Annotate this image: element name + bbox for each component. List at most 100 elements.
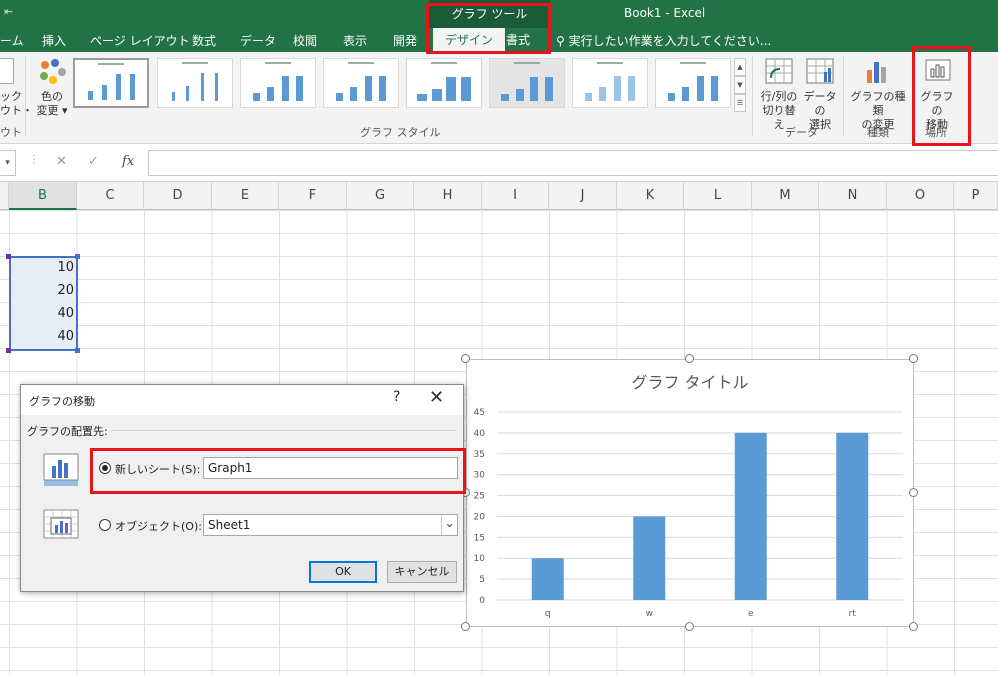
tell-me-box[interactable]: ⚲ 実行したい作業を入力してください... <box>556 32 771 49</box>
window-title: Book1 - Excel <box>624 6 706 20</box>
tab-data[interactable]: データ <box>240 32 276 49</box>
quick-layout-button[interactable]: ック ウト・ <box>0 90 33 118</box>
y-tick-label: 5 <box>479 575 485 585</box>
bar-w[interactable] <box>633 516 666 600</box>
chart-style-5[interactable] <box>406 58 482 108</box>
object-sheet-select[interactable]: Sheet1 ⌄ <box>203 514 458 536</box>
chart-styles-group-label: グラフ スタイル <box>360 126 441 139</box>
chart-resize-handle[interactable] <box>909 354 918 363</box>
change-colors-button[interactable]: 色の 変更 ▾ <box>34 90 70 118</box>
gallery-up-icon[interactable]: ▲ <box>734 58 746 76</box>
insert-function-icon[interactable]: fx <box>122 154 134 169</box>
formula-input[interactable] <box>148 150 998 176</box>
cancel-entry-icon[interactable]: ✕ <box>56 154 67 169</box>
y-tick-label: 45 <box>474 408 485 418</box>
help-icon[interactable]: ? <box>393 389 400 405</box>
change-chart-type-icon[interactable] <box>864 58 892 84</box>
close-icon[interactable]: ✕ <box>429 387 444 408</box>
chart-style-1[interactable] <box>73 58 149 108</box>
object-label: オブジェクト(O): <box>115 520 202 533</box>
y-tick-label: 0 <box>479 596 485 606</box>
bar-q[interactable] <box>531 558 564 600</box>
type-group-label: 種類 <box>867 126 889 139</box>
chart-style-8[interactable] <box>655 58 731 108</box>
x-tick-label: w <box>646 609 653 619</box>
dialog-title-bar: グラフの移動 ? ✕ <box>21 385 463 415</box>
chart-resize-handle[interactable] <box>909 622 918 631</box>
chart-layouts-group-label: ウト <box>0 126 22 139</box>
bar-e[interactable] <box>734 432 767 600</box>
select-data-icon[interactable] <box>806 58 834 84</box>
title-bar: ⇤ グラフ ツール Book1 - Excel <box>0 0 998 28</box>
ok-button[interactable]: OK <box>309 561 377 583</box>
color-palette-icon[interactable] <box>38 58 66 86</box>
chart-style-6[interactable] <box>489 58 565 108</box>
ribbon: ック ウト・ ウト 色の 変更 ▾ ▲ ▼ ☰ グラフ スタイル 行/列の 切り… <box>0 52 998 144</box>
column-header-k[interactable]: K <box>617 182 684 210</box>
column-header-c[interactable]: C <box>77 182 144 210</box>
cancel-button[interactable]: キャンセル <box>387 561 457 583</box>
chart-resize-handle[interactable] <box>685 622 694 631</box>
column-header-f[interactable]: F <box>279 182 347 210</box>
chart-tools-context-label: グラフ ツール <box>429 0 550 28</box>
chart-title[interactable]: グラフ タイトル <box>631 373 748 392</box>
name-box-dropdown[interactable]: ▾ <box>0 150 16 176</box>
gallery-scroll[interactable]: ▲ ▼ ☰ <box>734 58 746 114</box>
chart-resize-handle[interactable] <box>909 488 918 497</box>
tab-page-layout[interactable]: ページ レイアウト <box>90 32 190 49</box>
move-chart-icon[interactable] <box>924 58 952 84</box>
dialog-title: グラフの移動 <box>29 395 95 408</box>
chart-style-2[interactable] <box>157 58 233 108</box>
y-tick-label: 40 <box>474 429 486 439</box>
embedded-chart[interactable]: グラフ タイトル 0 5 10 15 20 25 30 35 40 45 q w e rt <box>466 359 914 627</box>
bar-rt[interactable] <box>836 432 869 600</box>
object-chart-icon <box>43 509 79 539</box>
chart-style-gallery <box>73 58 733 114</box>
column-header-i[interactable]: I <box>482 182 549 210</box>
tab-insert[interactable]: 挿入 <box>42 32 66 49</box>
lightbulb-icon: ⚲ <box>556 34 565 48</box>
column-header-j[interactable]: J <box>549 182 617 210</box>
object-radio[interactable] <box>99 519 111 531</box>
column-header-o[interactable]: O <box>887 182 954 210</box>
column-header-p[interactable]: P <box>954 182 998 210</box>
chart-resize-handle[interactable] <box>461 622 470 631</box>
tab-home[interactable]: ーム <box>0 32 24 49</box>
y-tick-label: 30 <box>474 471 486 481</box>
chart-resize-handle[interactable] <box>685 354 694 363</box>
chart-style-3[interactable] <box>240 58 316 108</box>
chart-resize-handle[interactable] <box>461 354 470 363</box>
new-sheet-radio[interactable] <box>99 462 111 474</box>
row-header-corner[interactable] <box>0 182 9 210</box>
bar-chart: グラフ タイトル 0 5 10 15 20 25 30 35 40 45 q w e rt <box>474 373 903 619</box>
tab-review[interactable]: 校閲 <box>293 32 317 49</box>
quick-layout-icon[interactable] <box>0 58 14 84</box>
column-header-e[interactable]: E <box>212 182 279 210</box>
column-header-d[interactable]: D <box>144 182 212 210</box>
column-header-m[interactable]: M <box>752 182 819 210</box>
chart-style-4[interactable] <box>323 58 399 108</box>
new-sheet-label: 新しいシート(S): <box>115 463 201 476</box>
column-header-l[interactable]: L <box>684 182 752 210</box>
x-tick-label: q <box>545 609 551 619</box>
column-header-b[interactable]: B <box>9 182 77 210</box>
column-header-n[interactable]: N <box>819 182 887 210</box>
gallery-more-icon[interactable]: ☰ <box>734 94 746 112</box>
gallery-down-icon[interactable]: ▼ <box>734 76 746 94</box>
column-header-g[interactable]: G <box>347 182 414 210</box>
column-header-h[interactable]: H <box>414 182 482 210</box>
x-tick-label: e <box>748 609 754 619</box>
formula-bar: ▾ ⋮ ✕ ✓ fx <box>0 144 998 182</box>
y-tick-label: 15 <box>474 533 485 543</box>
tab-formulas[interactable]: 数式 <box>192 32 216 49</box>
confirm-entry-icon[interactable]: ✓ <box>88 154 99 169</box>
chevron-down-icon[interactable]: ⌄ <box>441 515 457 535</box>
tab-format[interactable]: 書式 <box>494 28 542 52</box>
tab-view[interactable]: 表示 <box>343 32 367 49</box>
switch-row-column-icon[interactable] <box>765 58 793 84</box>
tab-developer[interactable]: 開発 <box>393 32 417 49</box>
chart-style-7[interactable] <box>572 58 648 108</box>
quick-access-toolbar[interactable]: ⇤ <box>4 5 13 18</box>
new-sheet-name-input[interactable]: Graph1 <box>203 457 458 479</box>
x-tick-label: rt <box>849 609 857 619</box>
